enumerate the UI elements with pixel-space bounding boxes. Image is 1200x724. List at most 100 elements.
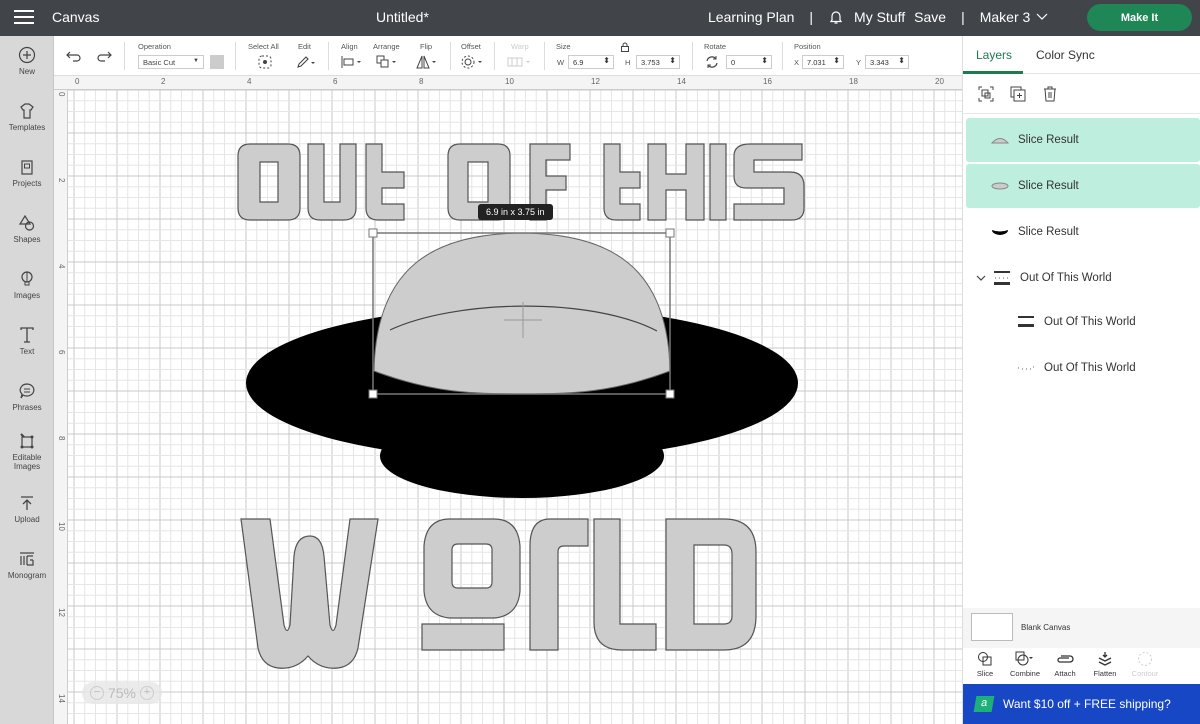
bell-icon[interactable] <box>828 9 844 25</box>
layer-item[interactable]: Slice Result <box>966 118 1200 162</box>
tab-layers[interactable]: Layers <box>976 48 1012 62</box>
sidebar-item-projects[interactable]: Projects <box>0 158 54 188</box>
slice-button[interactable]: Slice <box>965 648 1005 684</box>
layer-name: Out Of This World <box>1020 272 1112 284</box>
ruler-tick-label: 20 <box>935 77 944 86</box>
spinner-icon[interactable]: ⬍ <box>669 56 676 65</box>
y-position-input[interactable]: 3.343 ⬍ <box>865 55 909 69</box>
vertical-ruler: 0 2 4 6 8 10 12 14 <box>54 90 68 724</box>
rotate-icon[interactable] <box>705 55 719 69</box>
upload-icon <box>21 496 33 510</box>
ruler-tick-label: 18 <box>849 77 858 86</box>
make-it-button[interactable]: Make It <box>1087 4 1192 31</box>
layer-item[interactable]: Slice Result <box>966 164 1200 208</box>
panel-tabs: Layers Color Sync <box>963 36 1200 74</box>
align-icon[interactable] <box>341 55 363 69</box>
sidebar-item-shapes[interactable]: Shapes <box>0 214 54 244</box>
rotate-input[interactable]: 0 ⬍ <box>726 55 772 69</box>
resize-handle[interactable] <box>665 389 675 399</box>
flatten-icon <box>1098 652 1112 666</box>
sidebar-item-label: Phrases <box>12 403 42 412</box>
resize-handle[interactable] <box>368 389 378 399</box>
saucer-thumb-icon <box>990 228 1010 236</box>
height-input[interactable]: 3.753 ⬍ <box>636 55 680 69</box>
group-icon[interactable] <box>978 86 994 102</box>
x-position-input[interactable]: 7.031 ⬍ <box>802 55 844 69</box>
contour-button[interactable]: Contour <box>1125 648 1165 684</box>
sidebar-item-phrases[interactable]: Phrases <box>0 382 54 412</box>
divider <box>328 42 329 70</box>
machine-select[interactable]: Maker 3 <box>980 9 1031 25</box>
text-this[interactable] <box>603 143 805 221</box>
spinner-icon[interactable]: ⬍ <box>603 56 610 65</box>
ruler-tick-label: 12 <box>591 77 600 86</box>
divider <box>692 42 693 70</box>
top-bar: Canvas Untitled* Learning Plan | My Stuf… <box>0 0 1200 36</box>
sidebar-item-upload[interactable]: Upload <box>0 494 54 524</box>
layer-item[interactable]: Out Of This World <box>966 300 1200 344</box>
dome-shape[interactable] <box>373 232 671 395</box>
spinner-icon[interactable]: ⬍ <box>833 56 840 65</box>
document-title[interactable]: Untitled* <box>376 9 429 25</box>
select-all-icon[interactable] <box>258 55 272 69</box>
sidebar-item-label: Templates <box>8 123 46 132</box>
blank-canvas-row[interactable]: Blank Canvas <box>963 608 1200 648</box>
chevron-down-icon[interactable] <box>976 274 986 282</box>
resize-handle[interactable] <box>368 228 378 238</box>
promo-banner[interactable]: a Want $10 off + FREE shipping? <box>963 684 1200 724</box>
tab-color-sync[interactable]: Color Sync <box>1036 48 1095 62</box>
sidebar-item-templates[interactable]: Templates <box>0 102 54 132</box>
ruler-tick-label: 0 <box>75 77 80 86</box>
slice-icon <box>978 652 992 666</box>
offset-icon[interactable] <box>461 55 485 69</box>
combine-button[interactable]: Combine <box>1005 648 1045 684</box>
sidebar-item-images[interactable]: Images <box>0 270 54 300</box>
flatten-button[interactable]: Flatten <box>1085 648 1125 684</box>
chevron-down-icon[interactable] <box>1036 13 1048 21</box>
ruler-tick-label: 2 <box>161 77 166 86</box>
color-swatch[interactable] <box>210 55 224 69</box>
sidebar-item-label: Projects <box>12 179 42 188</box>
flip-icon[interactable] <box>416 55 438 69</box>
arrange-icon[interactable] <box>376 55 398 69</box>
operation-select[interactable]: Basic Cut ▼ <box>138 55 204 69</box>
design-canvas[interactable]: 0 2 4 6 8 10 12 14 16 18 20 0 2 4 6 8 10 12 14 6.9 in x 3… <box>54 76 962 724</box>
sidebar-item-new[interactable]: New <box>0 46 54 76</box>
blank-canvas-swatch[interactable] <box>971 613 1013 641</box>
learning-plan-link[interactable]: Learning Plan <box>708 9 794 25</box>
layer-name: Out Of This World <box>1044 316 1136 328</box>
width-value: 6.9 <box>573 58 584 67</box>
menu-icon[interactable] <box>14 10 34 24</box>
spinner-icon[interactable]: ⬍ <box>898 56 905 65</box>
save-button[interactable]: Save <box>914 9 946 25</box>
my-stuff-link[interactable]: My Stuff <box>854 9 905 25</box>
shirt-icon <box>20 103 34 119</box>
spinner-icon[interactable]: ⬍ <box>761 56 768 65</box>
sidebar-item-text[interactable]: Text <box>0 326 54 356</box>
ruler-tick-label: 6 <box>57 350 66 355</box>
width-input[interactable]: 6.9 ⬍ <box>568 55 614 69</box>
sidebar-item-editable-images[interactable]: Editable Images <box>0 432 54 471</box>
layer-group[interactable]: Out Of This World <box>966 256 1200 300</box>
layer-name: Out Of This World <box>1044 362 1136 374</box>
zoom-out-button[interactable]: − <box>89 686 104 700</box>
lock-icon[interactable] <box>620 42 630 52</box>
ruler-corner <box>54 76 74 90</box>
layer-item[interactable]: Slice Result <box>966 210 1200 254</box>
pencil-icon[interactable] <box>296 55 316 69</box>
zoom-in-button[interactable]: + <box>140 686 155 700</box>
text-thumb-icon <box>1016 315 1036 329</box>
position-label: Position <box>794 42 821 51</box>
text-world[interactable] <box>240 518 757 669</box>
layer-item[interactable]: Out Of This World <box>966 346 1200 390</box>
resize-handle[interactable] <box>665 228 675 238</box>
size-label: Size <box>556 42 571 51</box>
design-artwork[interactable] <box>54 76 962 724</box>
sidebar-item-monogram[interactable]: Monogram <box>0 550 54 580</box>
redo-icon[interactable] <box>96 50 112 62</box>
trash-icon[interactable] <box>1042 86 1058 102</box>
duplicate-icon[interactable] <box>1010 86 1026 102</box>
undo-icon[interactable] <box>66 50 82 62</box>
sidebar-item-label: Shapes <box>13 235 41 244</box>
attach-button[interactable]: Attach <box>1045 648 1085 684</box>
